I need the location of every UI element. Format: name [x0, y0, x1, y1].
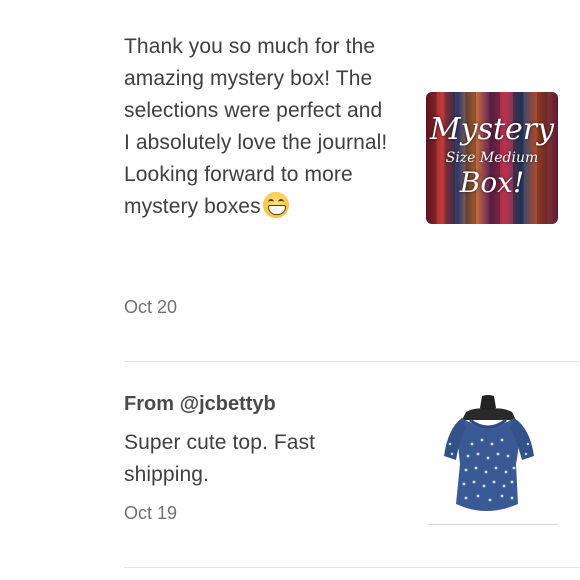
image-text-size: Size Medium	[445, 150, 539, 166]
image-text-mystery: Mystery	[429, 112, 555, 147]
top-thumbnail[interactable]	[426, 394, 558, 526]
mystery-box-image: Mystery Size Medium Box!	[426, 92, 558, 224]
review-message: Thank you so much for the amazing myster…	[124, 35, 388, 218]
divider	[124, 361, 580, 362]
author-username[interactable]: @jcbettyb	[180, 393, 276, 415]
review-author[interactable]: From @jcbettyb	[124, 393, 276, 416]
from-prefix: From	[124, 393, 174, 415]
top-image	[426, 394, 558, 526]
review-message: Super cute top. Fast shipping.	[124, 431, 316, 486]
mystery-box-thumbnail[interactable]: Mystery Size Medium Box!	[426, 92, 558, 224]
grinning-face-icon	[262, 192, 289, 218]
thumbnail-underline	[428, 524, 558, 525]
image-text-box: Box!	[459, 166, 525, 199]
review-date: Oct 20	[124, 297, 178, 317]
mannequin-top-icon	[444, 395, 534, 511]
review-date: Oct 19	[124, 503, 178, 523]
divider	[124, 567, 580, 568]
